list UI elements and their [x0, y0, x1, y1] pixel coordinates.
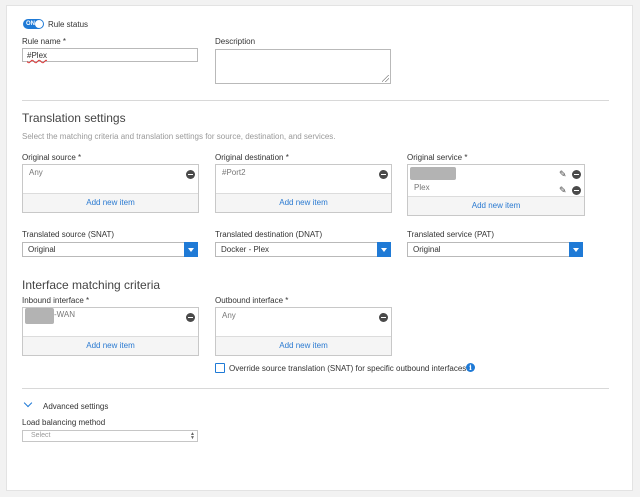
override-snat-label: Override source translation (SNAT) for s…: [229, 364, 467, 373]
minus-circle-icon[interactable]: [379, 313, 388, 322]
minus-circle-icon[interactable]: [572, 186, 581, 195]
resize-handle-icon[interactable]: [382, 75, 389, 82]
dropdown-arrow-icon[interactable]: [377, 242, 391, 257]
original-destination-list: #Port2 Add new item: [215, 164, 392, 213]
original-service-list: ✎ Plex ✎ Add new item: [407, 164, 585, 216]
translation-subtitle: Select the matching criteria and transla…: [22, 132, 336, 141]
translation-heading: Translation settings: [22, 111, 126, 125]
select-arrows-icon: ▲ ▼: [190, 431, 195, 441]
description-label: Description: [215, 37, 256, 46]
minus-circle-icon[interactable]: [379, 170, 388, 179]
toggle-knob: [35, 20, 43, 28]
list-item: #Port2: [222, 168, 246, 177]
original-service-label: Original service *: [407, 153, 468, 162]
outbound-interface-label: Outbound interface *: [215, 296, 289, 305]
rule-status-toggle[interactable]: ON: [23, 19, 44, 29]
load-balancing-placeholder: Select: [31, 432, 51, 439]
original-source-label: Original source *: [22, 153, 82, 162]
divider: [22, 100, 609, 101]
rule-name-label: Rule name *: [22, 37, 67, 46]
toggle-text: ON: [26, 21, 35, 27]
translated-source-select[interactable]: Original: [22, 242, 198, 257]
minus-circle-icon[interactable]: [572, 170, 581, 179]
translated-source-value: Original: [28, 245, 56, 254]
add-new-item-button[interactable]: Add new item: [23, 336, 198, 355]
load-balancing-select[interactable]: Select ▲ ▼: [22, 430, 198, 442]
translated-service-select[interactable]: Original: [407, 242, 583, 257]
rule-name-value: #Plex: [27, 51, 48, 60]
interface-heading: Interface matching criteria: [22, 278, 161, 292]
pencil-icon[interactable]: ✎: [559, 185, 569, 195]
original-destination-label: Original destination *: [215, 153, 289, 162]
add-new-item-button[interactable]: Add new item: [23, 193, 198, 212]
inbound-interface-label: Inbound interface *: [22, 296, 90, 305]
description-textarea[interactable]: [215, 49, 391, 84]
rule-status-label: Rule status: [48, 20, 89, 29]
translated-service-label: Translated service (PAT): [407, 230, 494, 239]
divider: [22, 388, 609, 389]
inbound-interface-list: -WAN Add new item: [22, 307, 199, 356]
list-item: Plex: [414, 183, 430, 192]
pencil-icon[interactable]: ✎: [559, 169, 569, 179]
outbound-interface-list: Any Add new item: [215, 307, 392, 356]
info-icon[interactable]: i: [466, 363, 475, 372]
add-new-item-button[interactable]: Add new item: [408, 196, 584, 215]
dropdown-arrow-icon[interactable]: [569, 242, 583, 257]
dropdown-arrow-icon[interactable]: [184, 242, 198, 257]
minus-circle-icon[interactable]: [186, 170, 195, 179]
advanced-settings-toggle[interactable]: Advanced settings: [43, 402, 108, 411]
list-item: Any: [29, 168, 43, 177]
minus-circle-icon[interactable]: [186, 313, 195, 322]
override-snat-checkbox[interactable]: [215, 363, 225, 373]
translated-destination-select[interactable]: Docker - Plex: [215, 242, 391, 257]
list-item: -WAN: [54, 310, 76, 319]
original-source-list: Any Add new item: [22, 164, 199, 213]
add-new-item-button[interactable]: Add new item: [216, 193, 391, 212]
translated-service-value: Original: [413, 245, 441, 254]
rule-name-input[interactable]: #Plex: [22, 48, 198, 62]
redacted-item: [25, 308, 54, 324]
add-new-item-button[interactable]: Add new item: [216, 336, 391, 355]
list-item: Any: [222, 311, 236, 320]
translated-destination-label: Translated destination (DNAT): [215, 230, 323, 239]
redacted-item: [410, 167, 456, 180]
load-balancing-label: Load balancing method: [22, 418, 106, 427]
translated-destination-value: Docker - Plex: [221, 245, 270, 254]
translated-source-label: Translated source (SNAT): [22, 230, 115, 239]
